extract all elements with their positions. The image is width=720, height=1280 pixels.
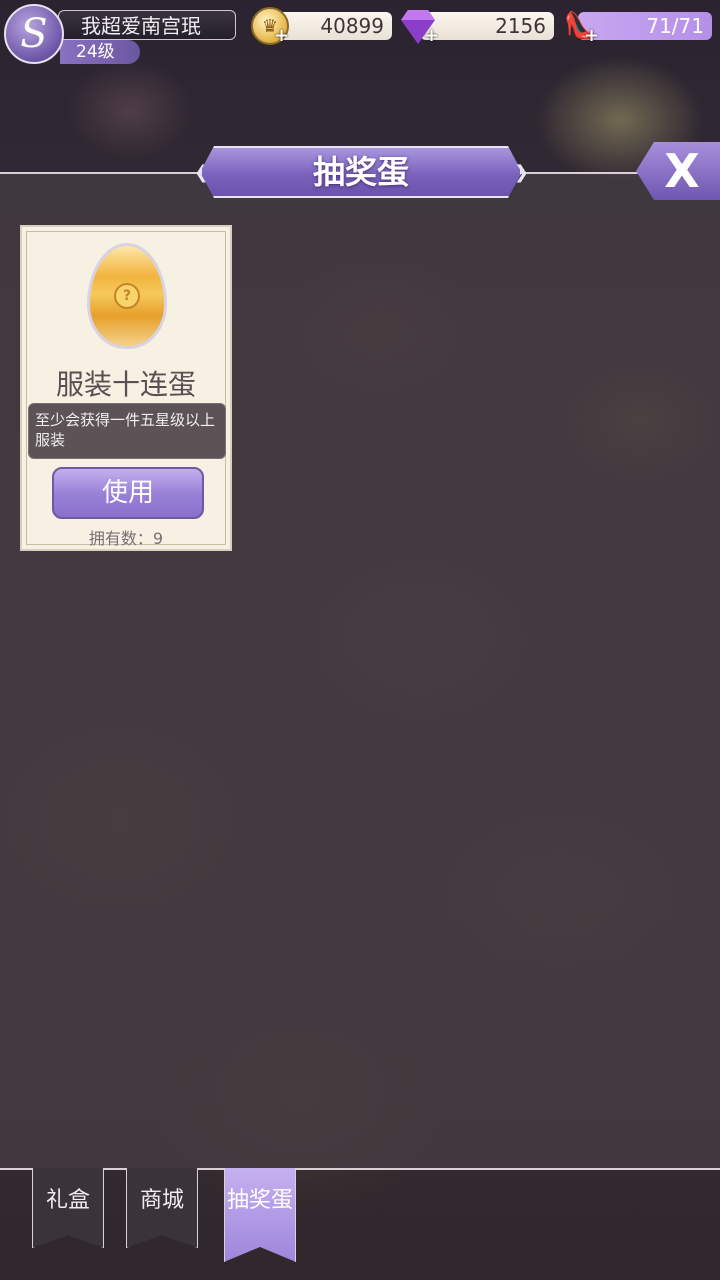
player-name[interactable]: 我超爱南宫珉 <box>58 10 236 40</box>
player-level: 24级 <box>60 40 140 64</box>
title-ornament-right: ❯ <box>514 162 530 183</box>
use-button[interactable]: 使用 <box>52 467 204 519</box>
add-stamina-button[interactable]: + <box>584 27 600 45</box>
add-gems-button[interactable]: + <box>424 27 440 45</box>
egg-emblem: ? <box>114 283 140 309</box>
gem-count: 2156 <box>420 12 554 40</box>
lucky-egg-icon: ? <box>87 243 167 349</box>
top-status-bar: 我超爱南宫珉 24级 S 40899 ♛ + 2156 + 71/71 👠 + <box>0 0 720 64</box>
item-card: ? 服装十连蛋 至少会获得一件五星级以上服装 使用 拥有数：9 <box>20 225 232 551</box>
page-title: 抽奖蛋 <box>200 146 522 198</box>
add-coins-button[interactable]: + <box>274 27 290 45</box>
item-description: 至少会获得一件五星级以上服装 <box>28 403 226 459</box>
player-avatar[interactable]: S <box>4 4 64 64</box>
item-name: 服装十连蛋 <box>55 368 196 401</box>
owned-count: 拥有数：9 <box>88 529 164 548</box>
